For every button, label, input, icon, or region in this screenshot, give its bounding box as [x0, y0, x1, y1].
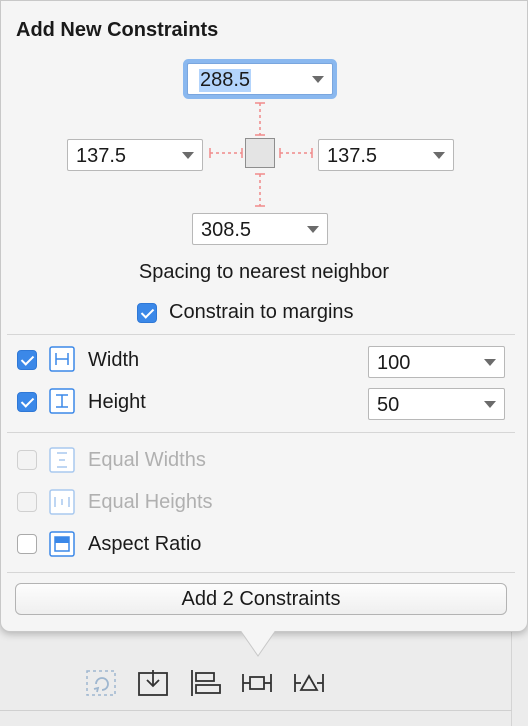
equal-widths-label: Equal Widths	[88, 449, 206, 471]
toolbar-bottom-separator	[0, 710, 512, 711]
pin-icon[interactable]	[240, 668, 274, 698]
chevron-down-icon[interactable]	[433, 152, 445, 159]
equal-widths-checkbox[interactable]	[17, 450, 37, 470]
height-value-field[interactable]: 50	[368, 388, 505, 420]
aspect-ratio-checkbox[interactable]	[17, 534, 37, 554]
left-strut-icon[interactable]	[208, 145, 244, 161]
update-frames-icon[interactable]	[84, 668, 118, 698]
width-value-field[interactable]: 100	[368, 346, 505, 378]
top-spacing-value[interactable]: 288.5	[199, 69, 252, 92]
constraint-target-box	[245, 138, 275, 168]
separator	[7, 572, 515, 573]
width-value[interactable]: 100	[377, 352, 410, 375]
chevron-down-icon[interactable]	[182, 152, 194, 159]
separator	[7, 334, 515, 335]
align-icon[interactable]	[188, 668, 222, 698]
top-strut-icon[interactable]	[252, 101, 268, 137]
right-strut-icon[interactable]	[278, 145, 314, 161]
spacing-label: Spacing to nearest neighbor	[138, 261, 390, 283]
left-spacing-value[interactable]: 137.5	[76, 145, 126, 168]
popover-beak	[240, 626, 276, 657]
width-constraint-icon	[49, 346, 75, 372]
resolve-issues-icon[interactable]	[292, 668, 326, 698]
aspect-ratio-icon	[49, 531, 75, 557]
add-constraints-button[interactable]: Add 2 Constraints	[15, 583, 507, 615]
chevron-down-icon[interactable]	[312, 76, 324, 83]
chevron-down-icon[interactable]	[484, 359, 496, 366]
width-checkbox[interactable]	[17, 350, 37, 370]
right-spacing-value[interactable]: 137.5	[327, 145, 377, 168]
right-spacing-field[interactable]: 137.5	[318, 139, 454, 171]
equal-heights-checkbox[interactable]	[17, 492, 37, 512]
embed-in-stack-icon[interactable]	[136, 668, 170, 698]
add-constraints-popover: Add New Constraints 288.5 137.5 137.5 30…	[0, 0, 528, 632]
equal-widths-icon	[49, 447, 75, 473]
width-label[interactable]: Width	[88, 349, 139, 372]
popover-title: Add New Constraints	[16, 19, 219, 41]
separator	[7, 432, 515, 433]
bottom-spacing-value[interactable]: 308.5	[201, 219, 251, 242]
equal-heights-icon	[49, 489, 75, 515]
constrain-to-margins-label[interactable]: Constrain to margins	[169, 301, 354, 324]
bottom-strut-icon[interactable]	[252, 171, 268, 209]
height-label[interactable]: Height	[88, 391, 146, 414]
chevron-down-icon[interactable]	[484, 401, 496, 408]
equal-heights-label: Equal Heights	[88, 491, 213, 513]
constrain-to-margins-checkbox[interactable]	[137, 303, 157, 323]
left-spacing-field[interactable]: 137.5	[67, 139, 203, 171]
chevron-down-icon[interactable]	[307, 226, 319, 233]
height-value[interactable]: 50	[377, 394, 399, 417]
height-checkbox[interactable]	[17, 392, 37, 412]
top-spacing-field[interactable]: 288.5	[187, 63, 333, 95]
aspect-ratio-label[interactable]: Aspect Ratio	[88, 533, 201, 556]
height-constraint-icon	[49, 388, 75, 414]
bottom-spacing-field[interactable]: 308.5	[192, 213, 328, 245]
